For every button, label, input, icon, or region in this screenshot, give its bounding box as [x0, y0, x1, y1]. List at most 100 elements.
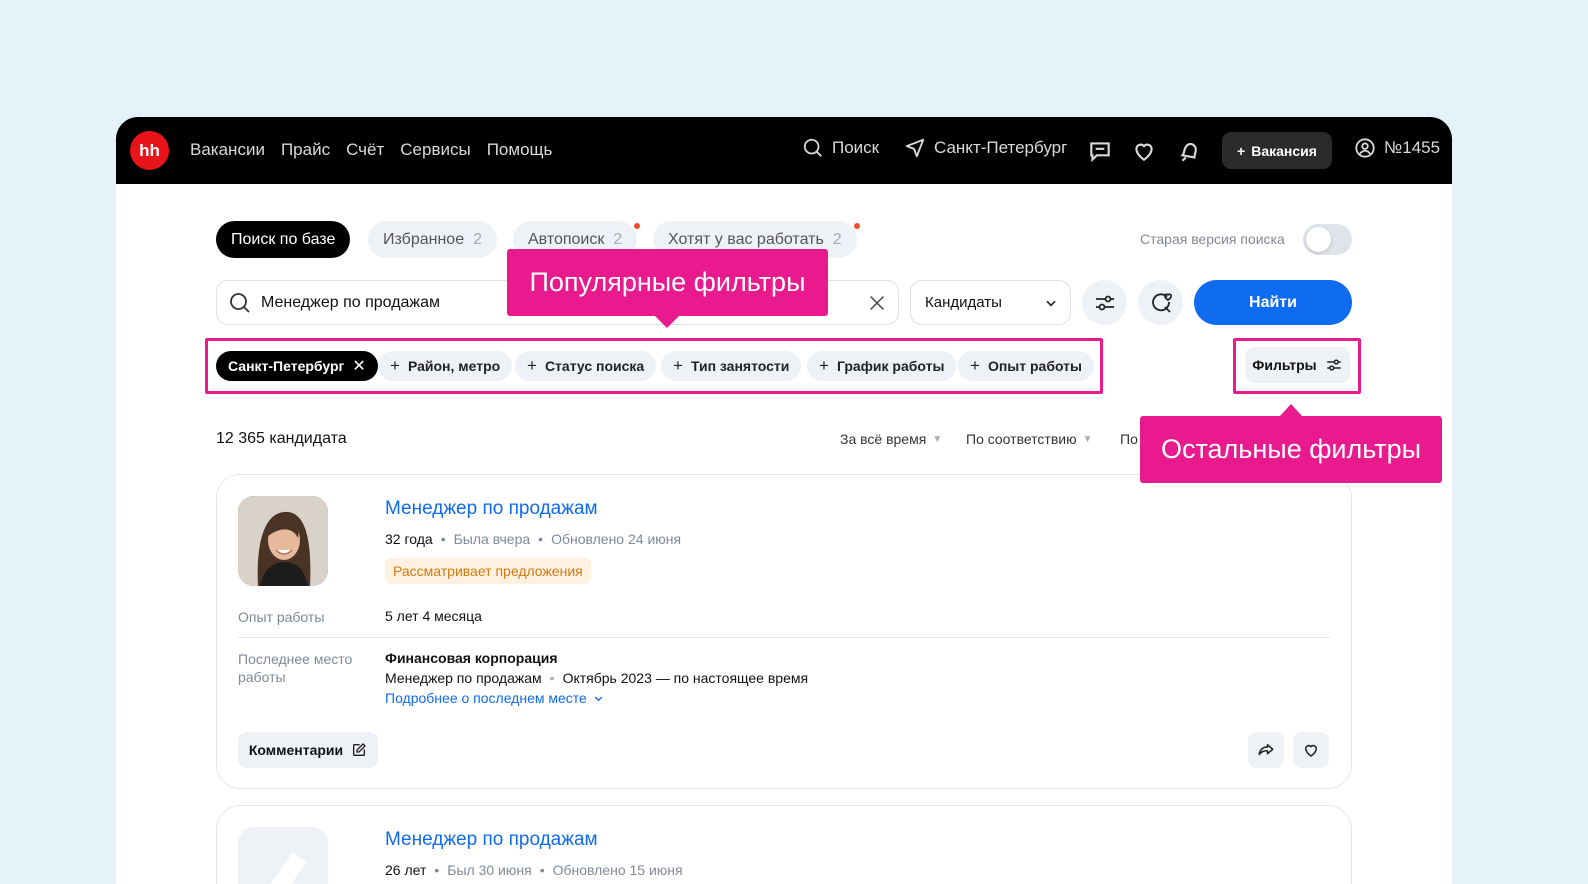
candidate-last-seen: Была вчера — [453, 531, 531, 547]
city-selector[interactable]: Санкт-Петербург — [904, 137, 1067, 159]
create-vacancy-button[interactable]: + Вакансия — [1222, 132, 1332, 169]
separator-dot: • — [549, 670, 555, 686]
candidate-photo-placeholder — [238, 827, 328, 884]
find-button[interactable]: Найти — [1194, 280, 1352, 325]
chevron-down-icon — [594, 696, 603, 701]
candidate-age: 32 года — [385, 531, 433, 547]
plus-icon: + — [1237, 142, 1246, 159]
nav-account-bill[interactable]: Счёт — [346, 140, 384, 160]
relevance-sort-select[interactable]: По соответствию ▼ — [966, 431, 1093, 447]
more-link-label: Подробнее о последнем месте — [385, 690, 587, 706]
nav-services[interactable]: Сервисы — [400, 140, 470, 160]
comments-button[interactable]: Комментарии — [238, 732, 378, 768]
city-label: Санкт-Петербург — [934, 138, 1068, 157]
comments-label: Комментарии — [248, 742, 344, 758]
candidate-card[interactable]: Менеджер по продажам 32 года • Была вчер… — [216, 474, 1352, 789]
tab-label: Хотят у вас работать — [668, 230, 824, 248]
chevron-down-icon: ▼ — [932, 433, 943, 445]
topbar-search[interactable]: Поиск — [802, 137, 879, 159]
other-filters-callout: Остальные фильтры — [1140, 416, 1442, 483]
heart-icon — [1304, 744, 1318, 757]
tab-count: 2 — [613, 230, 623, 248]
tab-database-search[interactable]: Поиск по базе — [216, 221, 351, 258]
separator-dot: • — [440, 531, 446, 547]
nav-pricing[interactable]: Прайс — [281, 140, 330, 160]
nav-vacancies[interactable]: Вакансии — [190, 140, 265, 160]
chat-icon[interactable] — [1087, 138, 1113, 164]
chevron-down-icon: ▼ — [1082, 433, 1093, 445]
divider — [238, 637, 1330, 638]
advanced-settings-button[interactable] — [1082, 280, 1127, 325]
callout-pointer — [1280, 404, 1302, 416]
search-type-select[interactable]: Кандидаты — [910, 280, 1071, 325]
period-sort-select[interactable]: За всё время ▼ — [840, 431, 942, 447]
tab-label: Автопоиск — [528, 230, 605, 248]
company-name: Финансовая корпорация — [385, 650, 558, 666]
create-vacancy-label: Вакансия — [1251, 142, 1317, 159]
callout-pointer — [655, 316, 679, 328]
separator-dot: • — [434, 862, 440, 878]
candidate-meta: 32 года • Была вчера • Обновлено 24 июня — [385, 531, 681, 547]
search-icon — [230, 293, 250, 313]
topbar-search-label: Поиск — [832, 138, 880, 157]
results-count: 12 365 кандидата — [216, 430, 347, 447]
sort-label: По соответствию — [966, 431, 1077, 447]
candidate-last-seen: Был 30 июня — [447, 862, 532, 878]
popular-filters-callout: Популярные фильтры — [507, 249, 828, 316]
separator-dot: • — [538, 531, 544, 547]
search-heart-icon — [1151, 292, 1172, 313]
sort-label: За всё время — [840, 431, 927, 447]
other-filters-highlight — [1233, 338, 1361, 394]
favorite-button[interactable] — [1293, 732, 1329, 768]
hh-logo[interactable]: hh — [130, 131, 169, 170]
experience-value: 5 лет 4 месяца — [385, 608, 482, 624]
search-icon — [803, 138, 822, 157]
notification-dot — [854, 223, 860, 229]
notification-dot — [634, 223, 640, 229]
tab-favorites[interactable]: Избранное 2 — [368, 221, 497, 258]
heart-icon[interactable] — [1131, 138, 1157, 164]
last-position-row: Менеджер по продажам • Октябрь 2023 — по… — [385, 670, 808, 686]
experience-label: Опыт работы — [238, 609, 325, 625]
third-sort-select[interactable]: По — [1120, 431, 1138, 447]
sliders-icon — [1095, 295, 1114, 310]
select-value: Кандидаты — [925, 294, 1002, 311]
candidate-updated: Обновлено 15 июня — [552, 862, 683, 878]
share-icon — [1258, 744, 1274, 756]
popular-filters-highlight — [205, 338, 1103, 394]
tab-label: Поиск по базе — [231, 230, 336, 248]
candidate-photo — [238, 496, 328, 586]
candidate-updated: Обновлено 24 июня — [551, 531, 682, 547]
bell-icon[interactable] — [1176, 138, 1202, 164]
work-period: Октябрь 2023 — по настоящее время — [562, 670, 809, 686]
account-menu[interactable]: №1455 — [1354, 137, 1440, 159]
location-arrow-icon — [905, 138, 925, 158]
chevron-down-icon — [1046, 300, 1056, 307]
nav-help[interactable]: Помощь — [487, 140, 553, 160]
user-icon — [1355, 138, 1375, 158]
account-label: №1455 — [1384, 138, 1441, 157]
candidate-meta: 26 лет • Был 30 июня • Обновлено 15 июня — [385, 862, 683, 878]
status-badge: Рассматривает предложения — [385, 558, 591, 584]
last-place-label: Последнее место работы — [238, 651, 353, 685]
candidate-age: 26 лет — [385, 862, 427, 878]
app-window: hh Вакансии Прайс Счёт Сервисы Помощь По… — [116, 117, 1452, 884]
old-version-label: Старая версия поиска — [1140, 231, 1285, 247]
main-nav: Вакансии Прайс Счёт Сервисы Помощь — [190, 140, 552, 160]
saved-search-button[interactable] — [1138, 280, 1183, 325]
search-value: Менеджер по продажам — [261, 294, 441, 311]
last-position: Менеджер по продажам — [385, 670, 542, 686]
old-version-toggle[interactable] — [1303, 224, 1352, 255]
last-place-more-link[interactable]: Подробнее о последнем месте — [385, 690, 604, 706]
edit-icon — [353, 743, 367, 756]
separator-dot: • — [539, 862, 545, 878]
tab-label: Избранное — [383, 230, 465, 248]
share-button[interactable] — [1248, 732, 1284, 768]
top-navigation-bar: hh Вакансии Прайс Счёт Сервисы Помощь По… — [116, 117, 1452, 184]
tab-count: 2 — [832, 230, 842, 248]
close-icon[interactable] — [866, 292, 888, 314]
candidate-card[interactable]: Менеджер по продажам 26 лет • Был 30 июн… — [216, 805, 1352, 884]
candidate-title-link[interactable]: Менеджер по продажам — [385, 498, 598, 520]
tab-count: 2 — [473, 230, 482, 248]
candidate-title-link[interactable]: Менеджер по продажам — [385, 829, 598, 851]
